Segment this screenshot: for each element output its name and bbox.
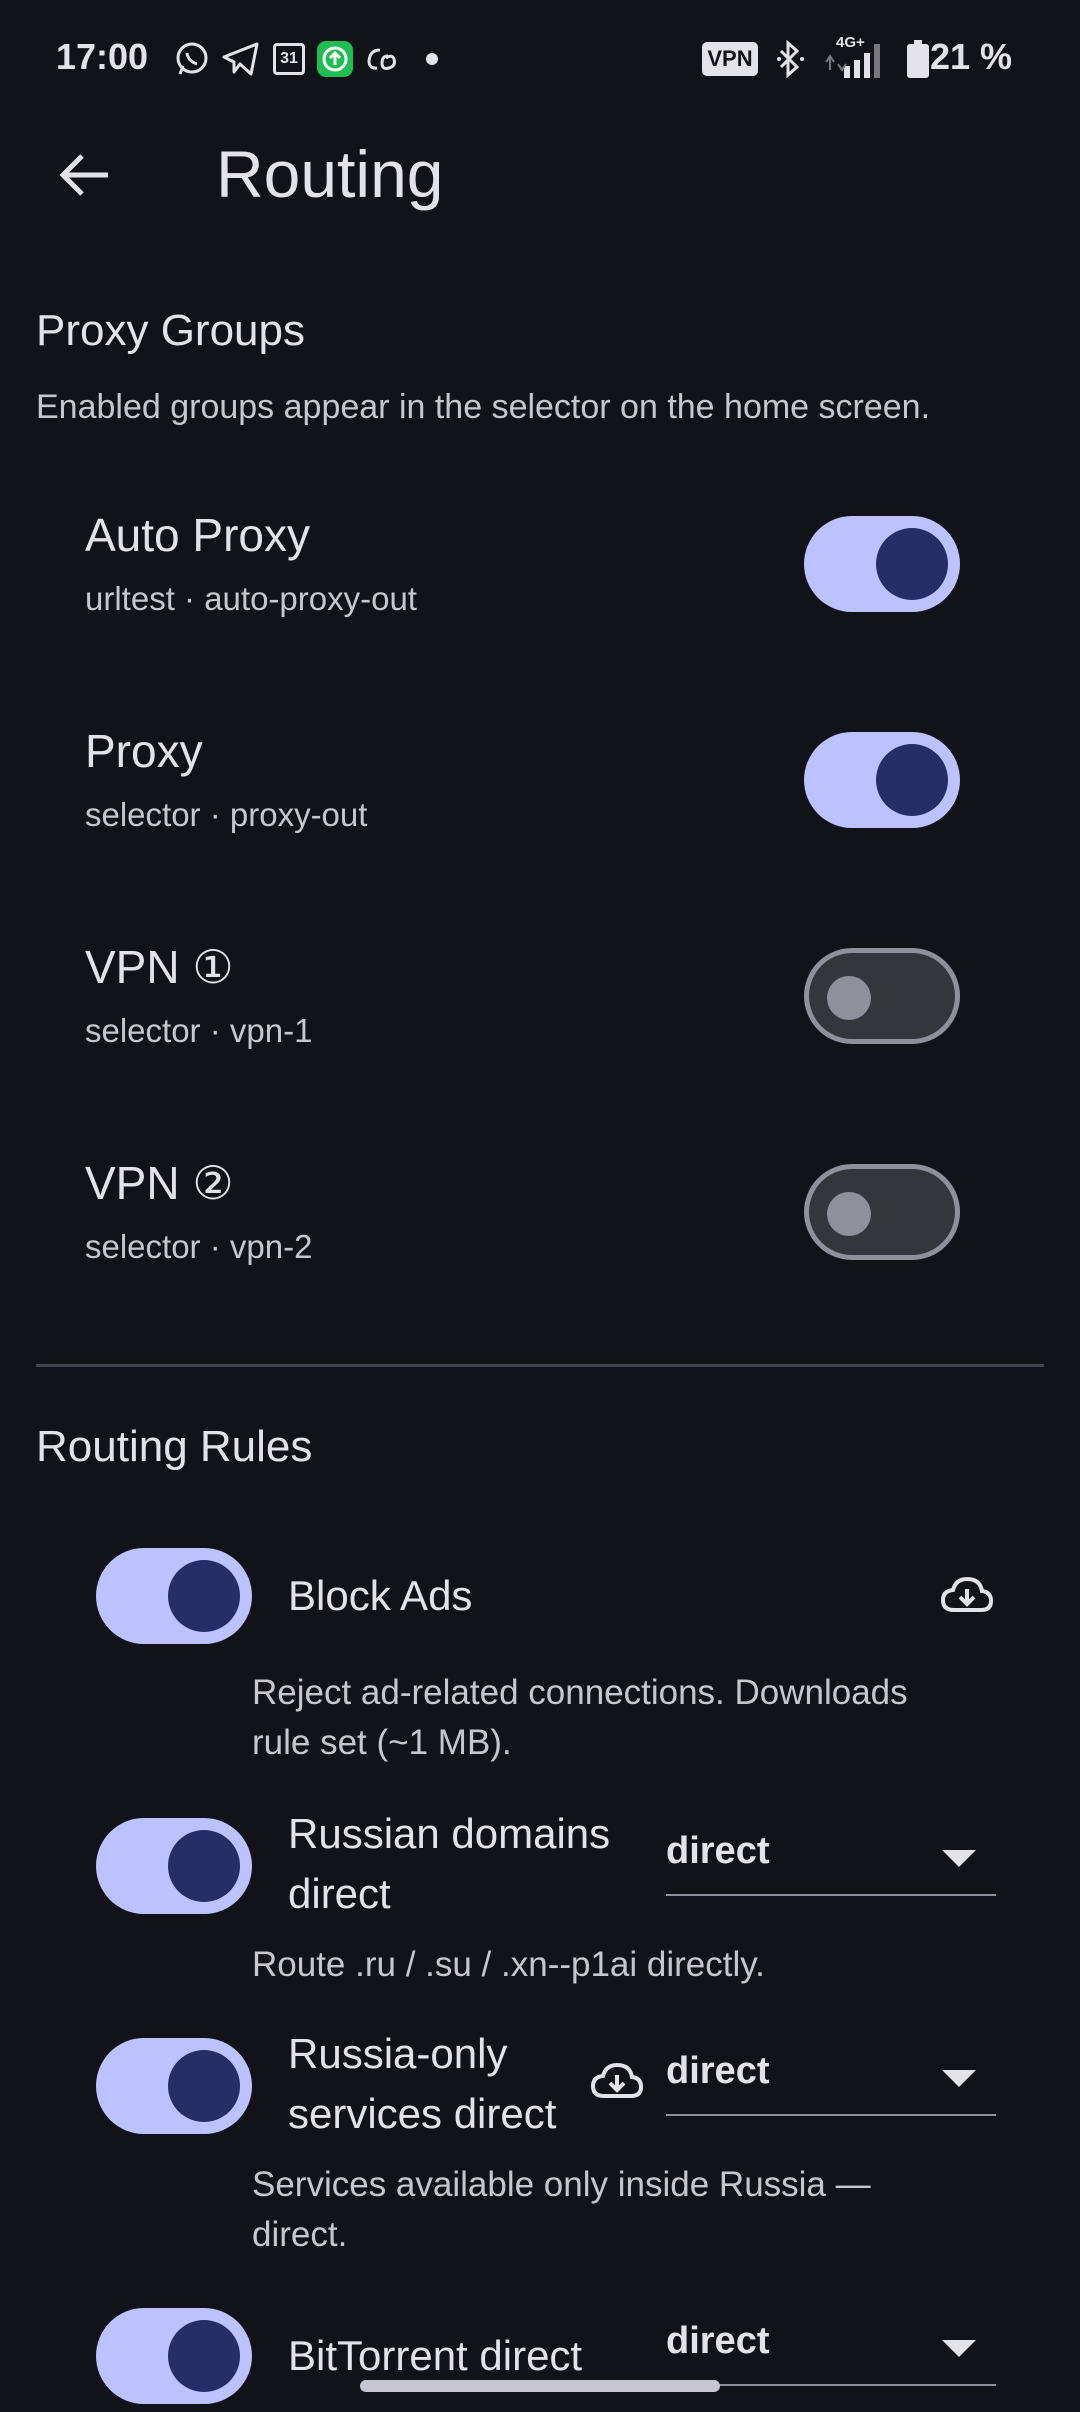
bittorrent-toggle[interactable] xyxy=(96,2308,252,2404)
proxy-group-name: VPN ② xyxy=(85,1157,234,1209)
toggle-thumb xyxy=(168,2050,240,2122)
rule-desc-line1: Services available only inside Russia — xyxy=(252,2165,871,2204)
proxy-group-detail: selector · proxy-out xyxy=(85,796,368,833)
page-title: Routing xyxy=(216,137,444,211)
dropdown-value: direct xyxy=(666,2320,770,2362)
section-divider xyxy=(36,1364,1044,1367)
toggle-thumb xyxy=(168,2320,240,2392)
rule-russia-only-services: Russia-only services direct direct Servi… xyxy=(0,2030,1080,2260)
battery-percent: 21 % xyxy=(929,36,1012,77)
dot-icon xyxy=(420,40,444,78)
russian-domains-toggle[interactable] xyxy=(96,1818,252,1914)
auto-proxy-toggle[interactable] xyxy=(804,516,960,612)
bluetooth-icon xyxy=(770,40,810,78)
whatsapp-icon xyxy=(172,40,212,78)
toggle-thumb xyxy=(876,528,948,600)
rule-russian-domains: Russian domains direct direct Route .ru … xyxy=(0,1810,1080,2000)
toggle-thumb xyxy=(827,1192,871,1236)
proxy-group-detail: urltest · auto-proxy-out xyxy=(85,580,417,617)
cloud-download-icon xyxy=(940,1576,994,1612)
signal-icon: 4G+ xyxy=(822,34,892,78)
dropdown-arrow-icon xyxy=(942,1850,976,1867)
rule-title-line1: Russian domains xyxy=(288,1810,611,1857)
cloud-download-icon xyxy=(590,2062,644,2098)
upload-icon xyxy=(316,40,354,78)
calendar-day: 31 xyxy=(273,43,305,75)
vpn-2-toggle[interactable] xyxy=(804,1164,960,1260)
toggle-thumb xyxy=(168,1830,240,1902)
bittorrent-outbound-dropdown[interactable]: direct xyxy=(666,2312,996,2386)
proxy-group-name: Proxy xyxy=(85,725,203,777)
proxy-group-auto-proxy[interactable]: Auto Proxy urltest · auto-proxy-out xyxy=(0,500,1080,640)
proxy-groups-subtitle: Enabled groups appear in the selector on… xyxy=(36,388,931,426)
dropdown-arrow-icon xyxy=(942,2070,976,2087)
russian-domains-outbound-dropdown[interactable]: direct xyxy=(666,1822,996,1896)
rule-title: BitTorrent direct xyxy=(288,2332,583,2379)
routing-rules-title: Routing Rules xyxy=(36,1422,313,1471)
vpn-badge: VPN xyxy=(702,42,758,76)
battery-icon xyxy=(904,40,932,78)
proxy-toggle[interactable] xyxy=(804,732,960,828)
russia-only-services-outbound-dropdown[interactable]: direct xyxy=(666,2042,996,2116)
download-rule-set-button[interactable] xyxy=(590,2060,646,2106)
rule-title-line1: Russia-only xyxy=(288,2030,508,2077)
home-indicator[interactable] xyxy=(360,2380,720,2392)
proxy-group-name: Auto Proxy xyxy=(85,509,310,561)
rule-desc: Route .ru / .su / .xn--p1ai directly. xyxy=(252,1945,765,1984)
proxy-group-detail: selector · vpn-2 xyxy=(85,1228,313,1265)
proxy-group-detail: selector · vpn-1 xyxy=(85,1012,313,1049)
download-rule-set-button[interactable] xyxy=(940,1574,1000,1624)
russia-only-services-toggle[interactable] xyxy=(96,2038,252,2134)
rule-bittorrent: BitTorrent direct direct xyxy=(0,2300,1080,2412)
rule-desc-line1: Reject ad-related connections. Downloads xyxy=(252,1673,908,1712)
rule-title: Block Ads xyxy=(288,1572,473,1619)
proxy-groups-title: Proxy Groups xyxy=(36,306,305,355)
calendar-icon: 31 xyxy=(270,40,308,78)
rule-title-line2: direct xyxy=(288,1870,391,1917)
proxy-group-vpn-1[interactable]: VPN ① selector · vpn-1 xyxy=(0,932,1080,1072)
dropdown-arrow-icon xyxy=(942,2340,976,2357)
rule-desc-line2: rule set (~1 MB). xyxy=(252,1723,512,1762)
rule-desc-line2: direct. xyxy=(252,2215,348,2254)
toggle-thumb xyxy=(168,1560,240,1632)
script-icon xyxy=(362,40,406,78)
telegram-icon xyxy=(220,40,262,78)
arrow-back-icon xyxy=(59,154,108,196)
back-button[interactable] xyxy=(52,142,118,208)
status-time: 17:00 xyxy=(56,36,149,77)
vpn-1-toggle[interactable] xyxy=(804,948,960,1044)
rule-title-line2: services direct xyxy=(288,2090,557,2137)
toggle-thumb xyxy=(876,744,948,816)
rule-block-ads: Block Ads Reject ad-related connections.… xyxy=(0,1540,1080,1770)
proxy-group-proxy[interactable]: Proxy selector · proxy-out xyxy=(0,716,1080,856)
proxy-group-vpn-2[interactable]: VPN ② selector · vpn-2 xyxy=(0,1148,1080,1288)
dropdown-value: direct xyxy=(666,1830,770,1872)
block-ads-toggle[interactable] xyxy=(96,1548,252,1644)
vpn-icon: VPN xyxy=(702,40,758,78)
dropdown-value: direct xyxy=(666,2050,770,2092)
toggle-thumb xyxy=(827,976,871,1020)
proxy-group-name: VPN ① xyxy=(85,941,234,993)
